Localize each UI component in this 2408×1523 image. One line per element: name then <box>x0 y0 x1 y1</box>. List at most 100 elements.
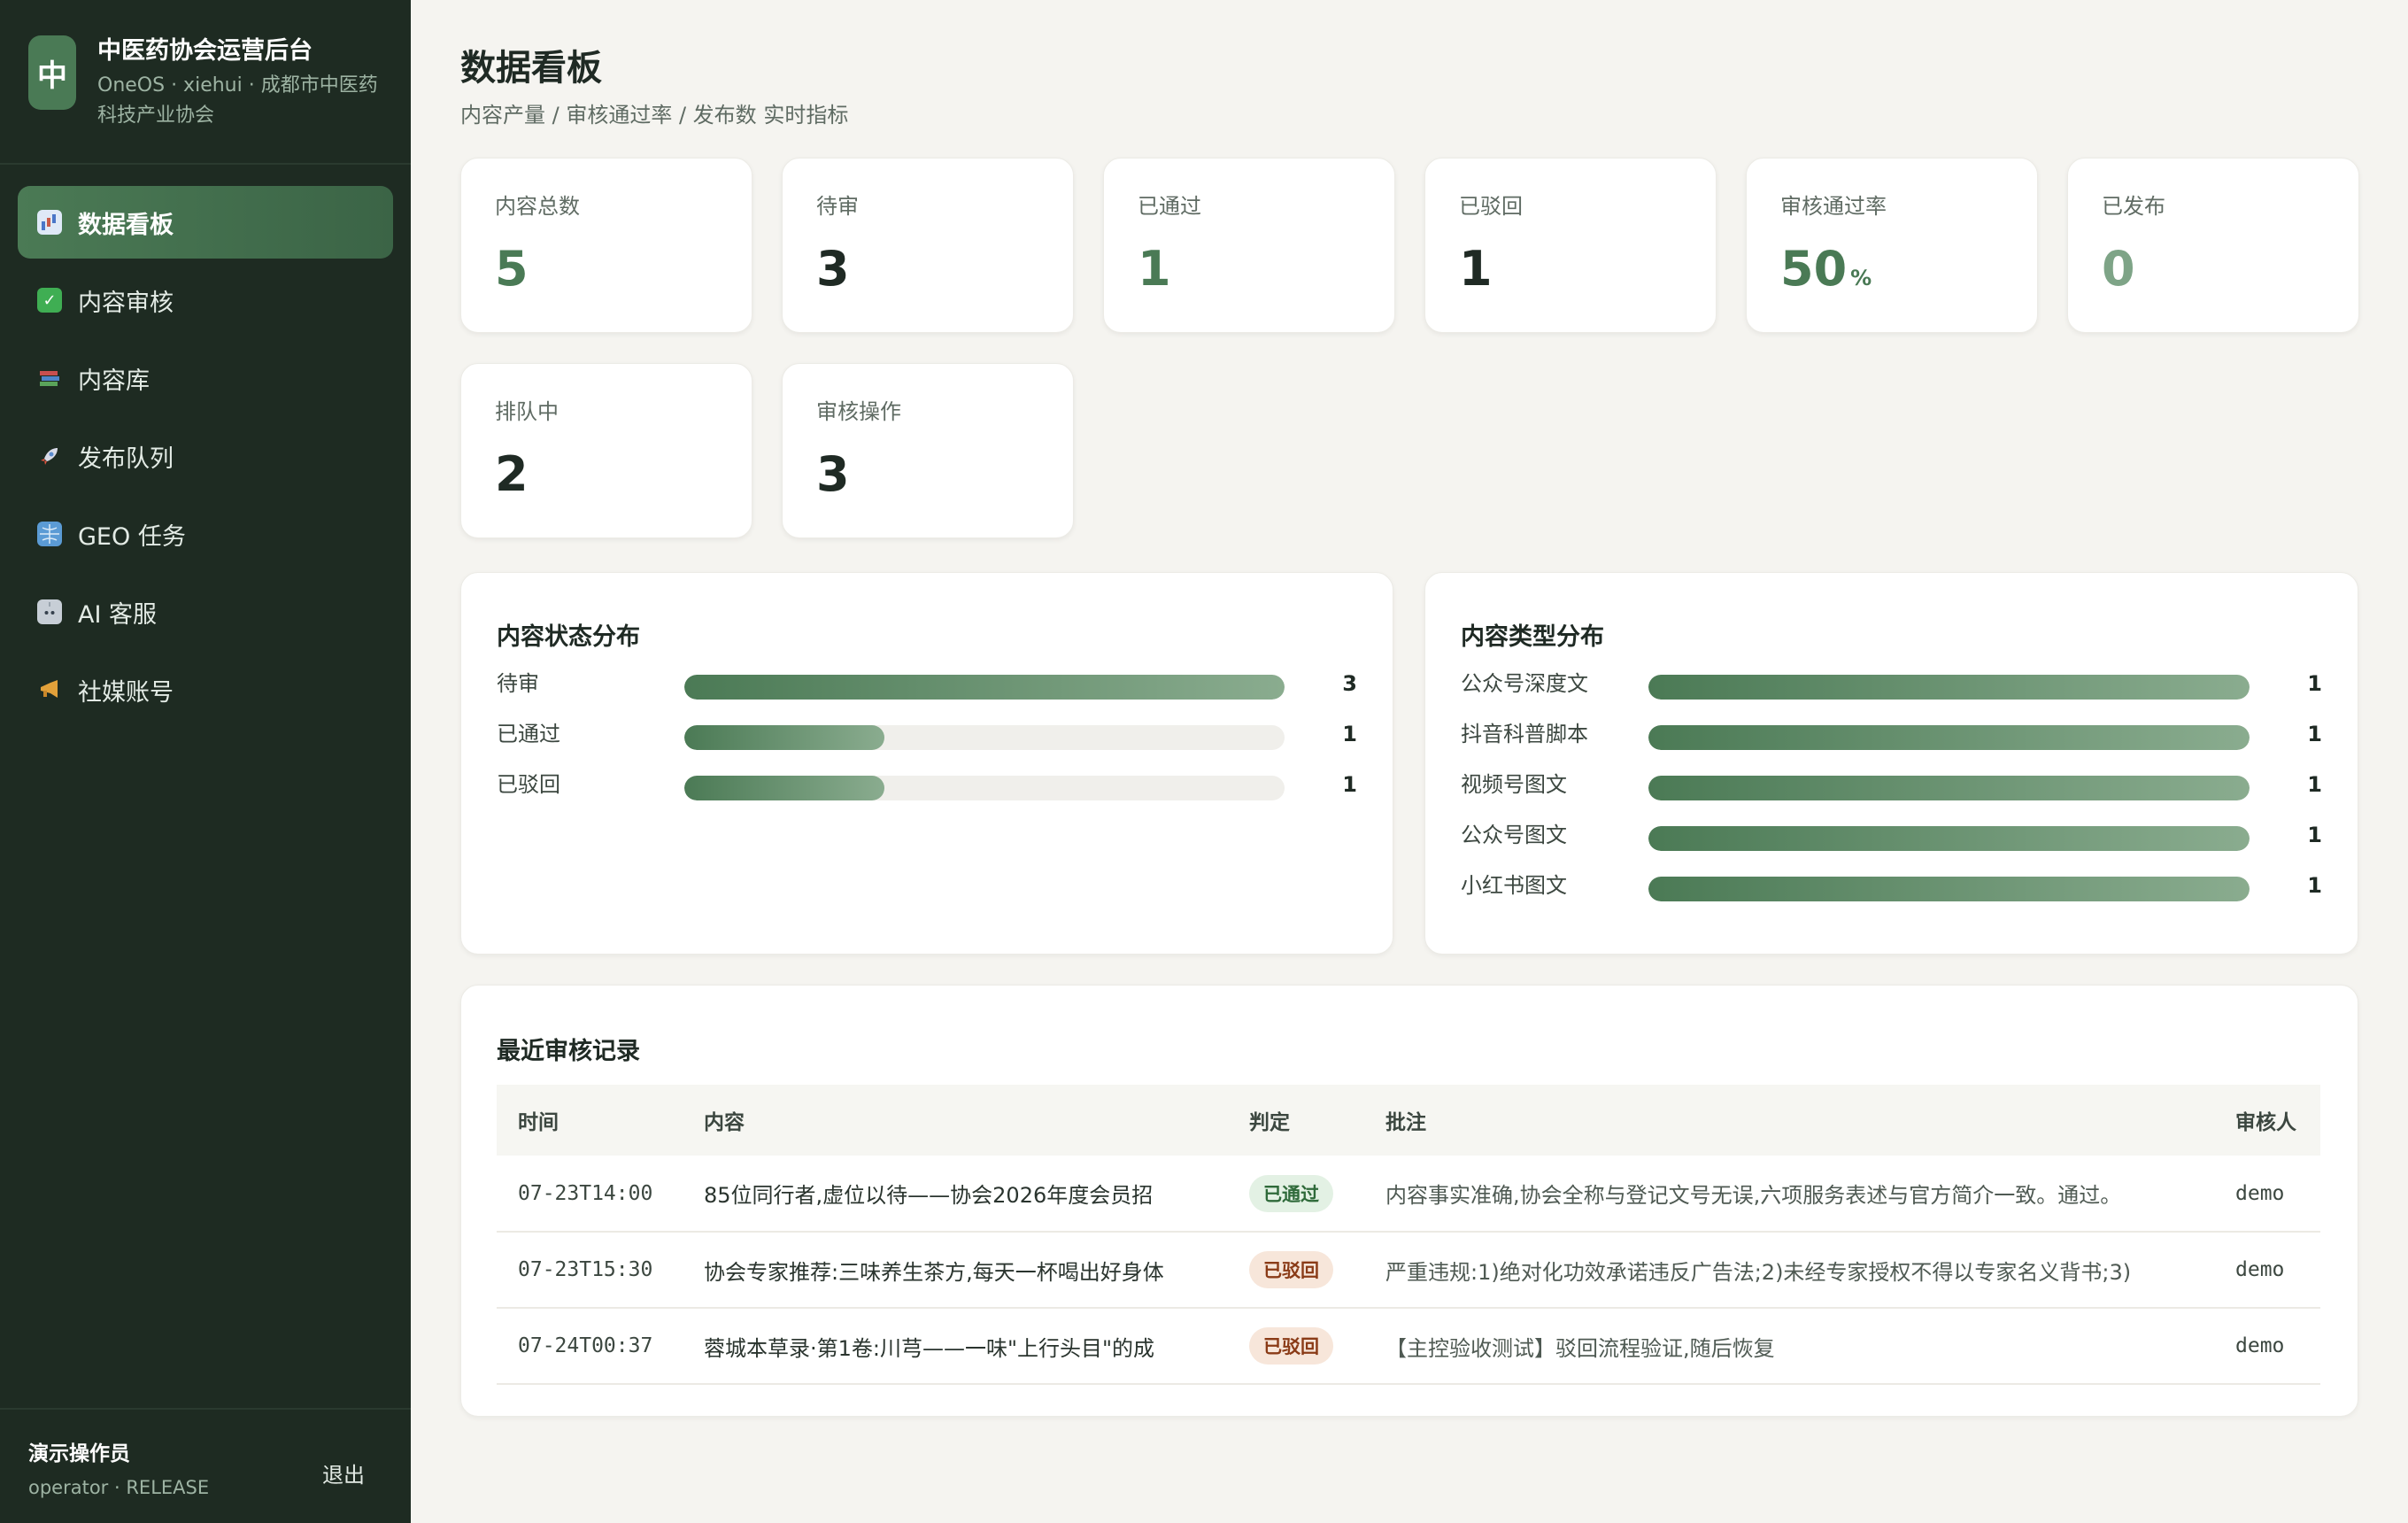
sidebar-item-label: 数据看板 <box>78 211 174 239</box>
bar-count: 1 <box>1342 722 1357 746</box>
cell-reviewer: demo <box>2214 1156 2320 1233</box>
sidebar-item-label: 内容审核 <box>78 289 174 317</box>
bar-label: 视频号图文 <box>1461 772 1567 797</box>
bar-track <box>1648 877 2250 901</box>
stat-card-rejected: 已驳回 1 <box>1424 158 1717 333</box>
bar-fill <box>1648 776 2250 800</box>
cell-verdict: 已驳回 <box>1228 1308 1364 1385</box>
column-header-reviewer: 审核人 <box>2235 1111 2296 1134</box>
table-row: 07-23T15:30 协会专家推荐:三味养生茶方,每天一杯喝出好身体 已驳回 … <box>497 1232 2320 1309</box>
cell-verdict: 已驳回 <box>1228 1232 1364 1309</box>
bar-label: 公众号深度文 <box>1461 671 1588 696</box>
sidebar-item-label: AI 客服 <box>78 600 158 629</box>
stat-number: 50 <box>1780 241 1848 297</box>
stat-card-queued: 排队中 2 <box>460 363 752 538</box>
cell-time: 07-23T15:30 <box>497 1232 683 1309</box>
rocket-icon <box>37 444 62 468</box>
stat-label: 已驳回 <box>1459 194 1523 219</box>
sidebar-item-label: 社媒账号 <box>78 678 174 707</box>
bar-label: 小红书图文 <box>1461 873 1567 898</box>
bar-track <box>684 725 1285 750</box>
sidebar-item-geo-tasks[interactable]: GEO 任务 <box>18 498 393 570</box>
bar-track <box>1648 725 2250 750</box>
sidebar-item-label: 内容库 <box>78 367 150 395</box>
sidebar-item-publish-queue[interactable]: 发布队列 <box>18 420 393 492</box>
stat-label: 已发布 <box>2102 194 2165 219</box>
cell-time: 07-24T00:37 <box>497 1308 683 1385</box>
type-bar-row: 公众号深度文 1 <box>1461 669 2322 700</box>
stat-card-published: 已发布 0 <box>2067 158 2359 333</box>
bar-label: 公众号图文 <box>1461 823 1567 847</box>
brand-logo: 中 <box>28 35 76 110</box>
bar-track <box>1648 776 2250 800</box>
stat-card-total: 内容总数 5 <box>460 158 752 333</box>
bar-label: 抖音科普脚本 <box>1461 722 1588 746</box>
status-badge: 已驳回 <box>1249 1327 1333 1365</box>
sidebar: 中 中医药协会运营后台 OneOS · xiehui · 成都市中医药科技产业协… <box>0 0 411 1523</box>
cell-content: 85位同行者,虚位以待——协会2026年度会员招 <box>683 1156 1228 1233</box>
panel-title: 最近审核记录 <box>497 1038 640 1065</box>
stat-unit: % <box>1850 266 1872 290</box>
table-header-row: 时间 内容 判定 批注 审核人 <box>497 1085 2320 1156</box>
bar-fill <box>1648 675 2250 700</box>
robot-icon <box>37 599 62 624</box>
brand-subtitle: OneOS · xiehui · 成都市中医药科技产业协会 <box>97 74 378 127</box>
stat-label: 已通过 <box>1138 194 1201 219</box>
page-title: 数据看板 <box>460 48 602 89</box>
type-bar-row: 小红书图文 1 <box>1461 870 2322 901</box>
brand: 中 中医药协会运营后台 OneOS · xiehui · 成都市中医药科技产业协… <box>0 0 411 165</box>
sidebar-item-content-review[interactable]: ✓ 内容审核 <box>18 264 393 336</box>
page-subtitle: 内容产量 / 审核通过率 / 发布数 实时指标 <box>460 103 849 128</box>
bar-label: 已通过 <box>497 722 560 746</box>
type-bar-row: 公众号图文 1 <box>1461 820 2322 851</box>
stat-value: 0 <box>2102 241 2135 297</box>
sidebar-item-social-accounts[interactable]: 社媒账号 <box>18 653 393 726</box>
bar-count: 1 <box>2307 671 2322 696</box>
stat-value: 5 <box>495 241 529 297</box>
bar-chart-icon <box>37 210 62 235</box>
sidebar-item-label: 发布队列 <box>78 445 174 473</box>
column-header-content: 内容 <box>704 1111 745 1134</box>
column-header-time: 时间 <box>518 1111 559 1134</box>
table-row: 07-24T00:37 蓉城本草录·第1卷:川芎——一味"上行头目"的成 已驳回… <box>497 1308 2320 1385</box>
stat-label: 排队中 <box>495 399 559 424</box>
bar-track <box>1648 675 2250 700</box>
sidebar-item-ai-support[interactable]: AI 客服 <box>18 576 393 648</box>
cell-reviewer: demo <box>2214 1232 2320 1309</box>
panel-title: 内容状态分布 <box>497 623 640 651</box>
cell-reviewer: demo <box>2214 1308 2320 1385</box>
stat-label: 审核操作 <box>816 399 901 424</box>
bar-track <box>684 776 1285 800</box>
cell-note: 【主控验收测试】驳回流程验证,随后恢复 <box>1364 1308 2214 1385</box>
bar-count: 1 <box>2307 722 2322 746</box>
sidebar-nav: 数据看板 ✓ 内容审核 内容库 发布队列 GEO 任务 AI 客服 社媒账号 <box>0 165 411 726</box>
stat-value: 3 <box>816 446 850 502</box>
user-box: 演示操作员 operator · RELEASE 退出 <box>0 1408 411 1523</box>
bar-track <box>1648 826 2250 851</box>
check-mark-icon: ✓ <box>37 288 62 313</box>
stat-value: 2 <box>495 446 529 502</box>
bar-track <box>684 675 1285 700</box>
bar-label: 待审 <box>497 671 539 696</box>
sidebar-item-content-library[interactable]: 内容库 <box>18 342 393 414</box>
cell-content: 协会专家推荐:三味养生茶方,每天一杯喝出好身体 <box>683 1232 1228 1309</box>
bar-fill <box>1648 877 2250 901</box>
bar-count: 1 <box>1342 772 1357 797</box>
sidebar-item-dashboard[interactable]: 数据看板 <box>18 186 393 259</box>
panel-title: 内容类型分布 <box>1461 623 1604 651</box>
status-bar-row: 已通过 1 <box>497 719 1357 750</box>
type-bar-row: 视频号图文 1 <box>1461 769 2322 800</box>
status-distribution-panel: 内容状态分布 待审 3 已通过 1 已驳回 1 <box>460 572 1393 955</box>
bar-label: 已驳回 <box>497 772 560 797</box>
logout-button[interactable]: 退出 <box>322 1457 365 1488</box>
cell-note: 内容事实准确,协会全称与登记文号无误,六项服务表述与官方简介一致。通过。 <box>1364 1156 2214 1233</box>
stat-card-approved: 已通过 1 <box>1103 158 1395 333</box>
bar-fill <box>684 776 884 800</box>
brand-title: 中医药协会运营后台 <box>97 37 313 65</box>
bar-fill <box>1648 725 2250 750</box>
type-bar-row: 抖音科普脚本 1 <box>1461 719 2322 750</box>
books-icon <box>37 366 62 390</box>
column-header-note: 批注 <box>1385 1111 1426 1134</box>
bar-count: 3 <box>1342 671 1357 696</box>
cell-content: 蓉城本草录·第1卷:川芎——一味"上行头目"的成 <box>683 1308 1228 1385</box>
